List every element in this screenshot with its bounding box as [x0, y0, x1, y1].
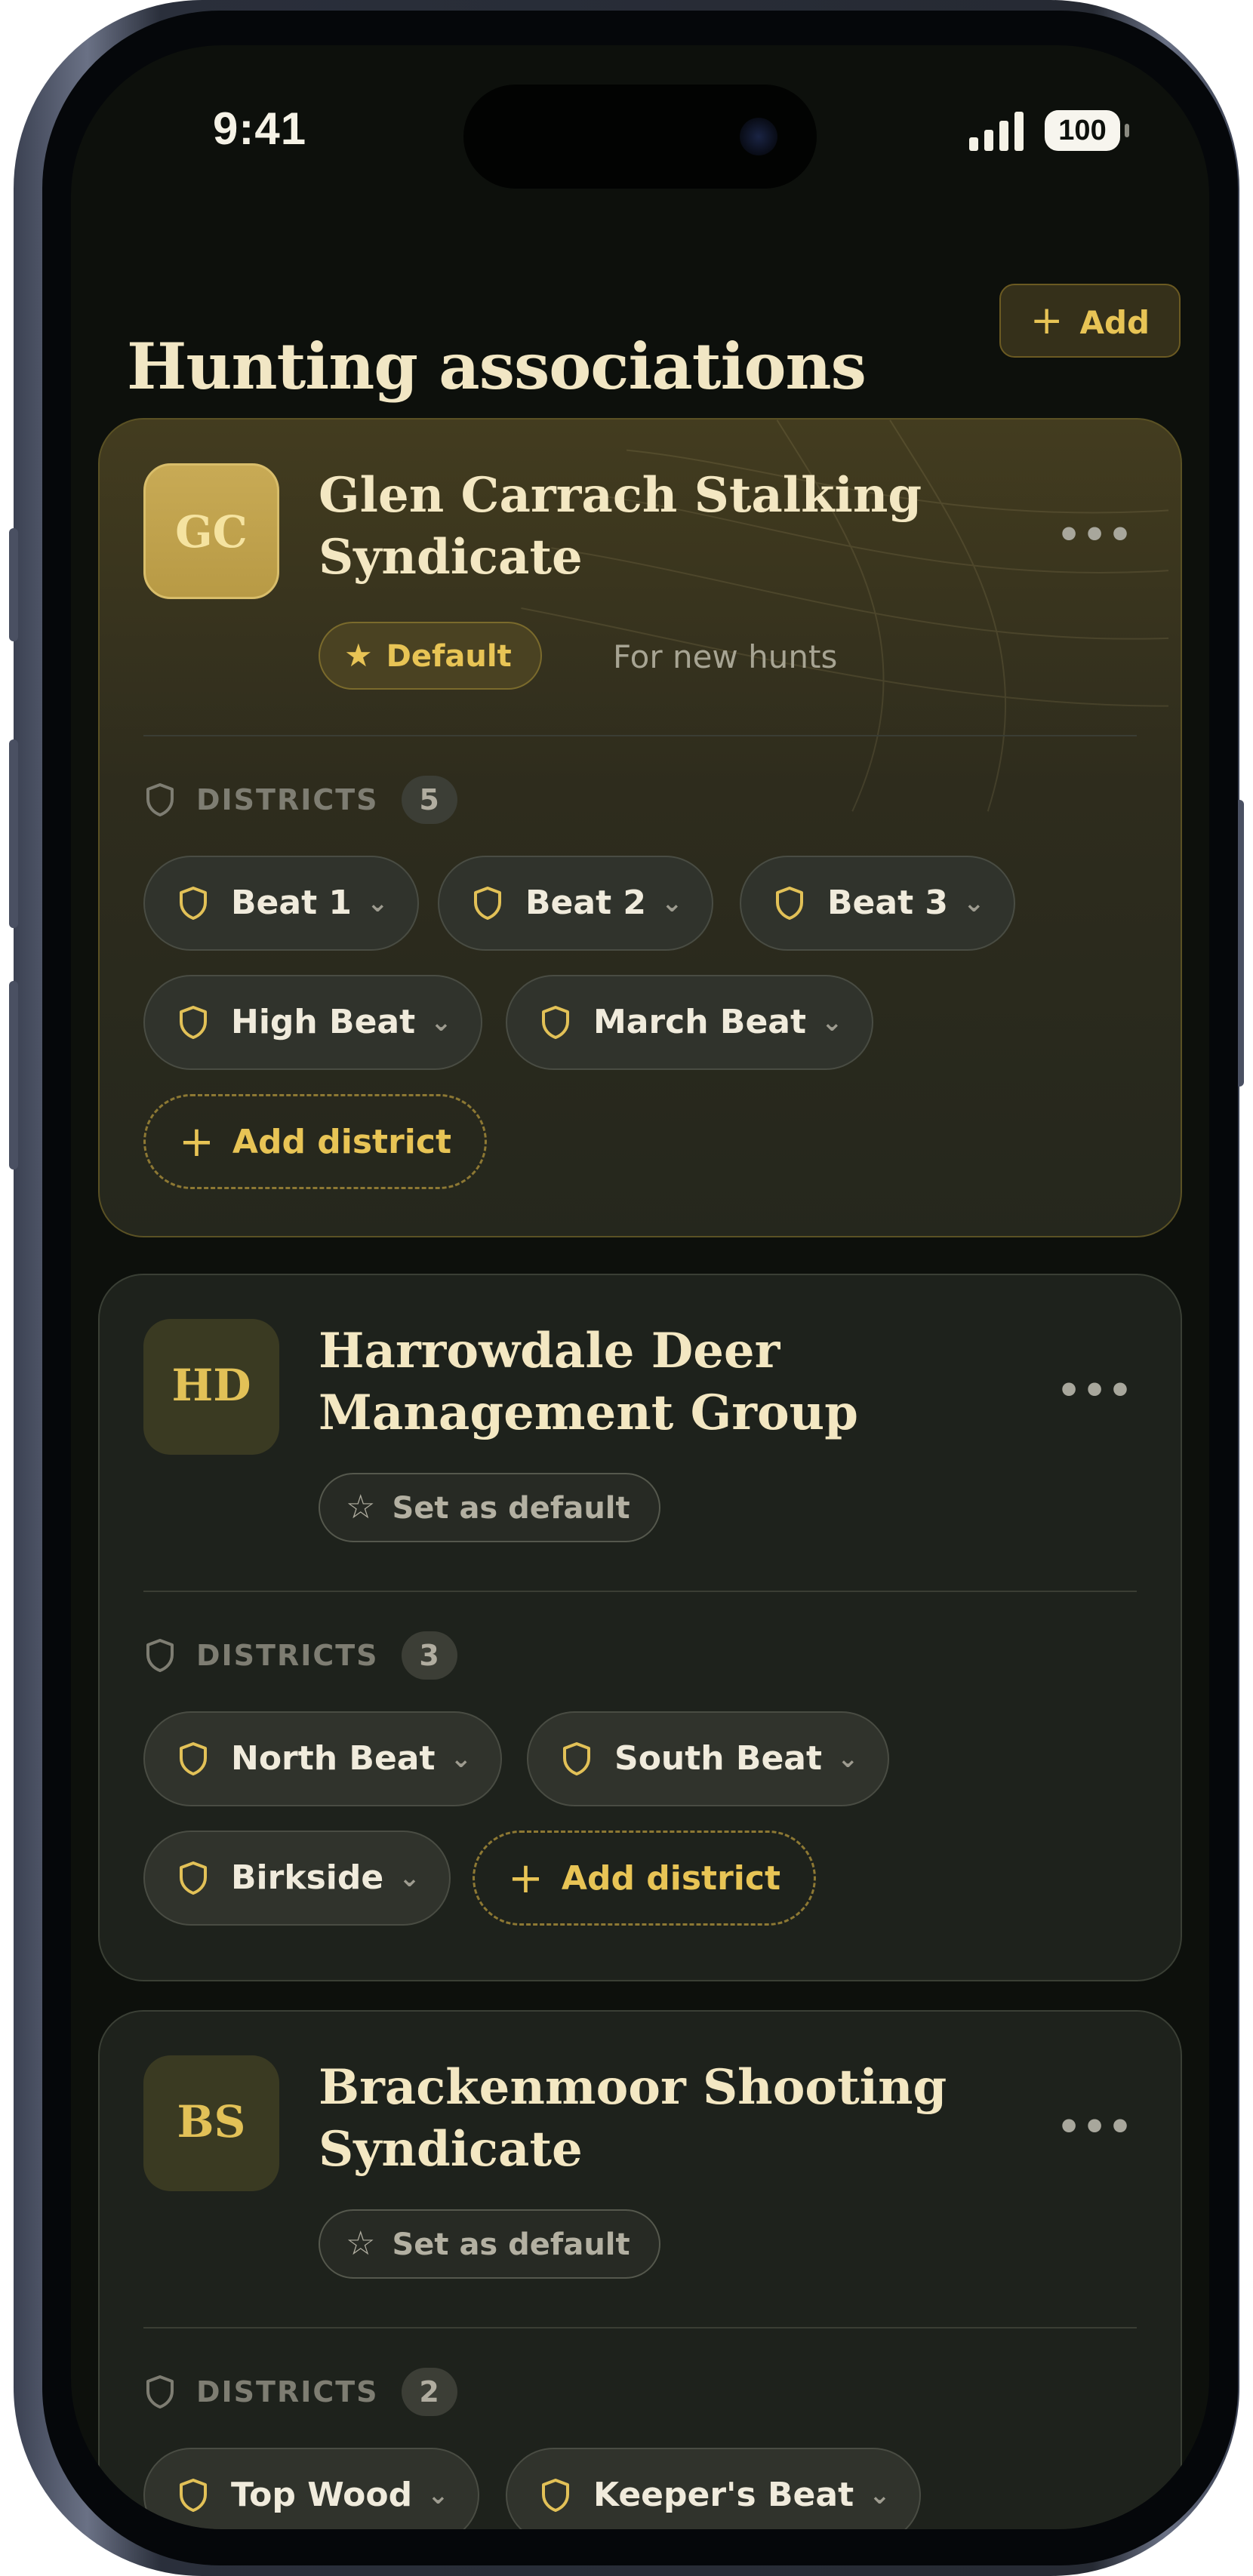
chevron-down-icon: ⌄ — [450, 1744, 473, 1774]
star-outline-icon: ☆ — [346, 1488, 376, 1526]
chevron-down-icon: ⌄ — [427, 2480, 449, 2510]
shield-icon — [542, 2479, 569, 2512]
plus-icon: + — [508, 1853, 543, 1903]
chevron-down-icon: ⌄ — [963, 888, 985, 918]
districts-label: DISTRICTS — [196, 1639, 379, 1672]
association-card[interactable]: HD Harrowdale Deer Management Group ••• … — [98, 1274, 1182, 1981]
divider — [143, 2327, 1137, 2329]
chevron-down-icon: ⌄ — [837, 1744, 859, 1774]
set-default-label: Set as default — [392, 2227, 630, 2262]
set-default-label: Set as default — [392, 1491, 630, 1526]
district-chip[interactable]: South Beat ⌄ — [527, 1711, 889, 1806]
more-options-icon[interactable]: ••• — [1057, 2105, 1134, 2149]
district-chip[interactable]: Beat 3 ⌄ — [740, 856, 1015, 951]
star-filled-icon: ★ — [344, 637, 373, 674]
plus-icon: + — [1030, 298, 1064, 343]
plus-icon: + — [179, 1117, 214, 1167]
more-options-icon[interactable]: ••• — [1057, 513, 1134, 557]
volume-down-button — [9, 981, 18, 1170]
dynamic-island — [463, 85, 817, 189]
association-name: Glen Carrach Stalking Syndicate — [319, 467, 922, 586]
district-chip[interactable]: High Beat ⌄ — [143, 975, 482, 1070]
shield-icon — [180, 2479, 207, 2512]
page-title: Hunting associations — [127, 329, 867, 404]
chevron-down-icon: ⌄ — [869, 2480, 891, 2510]
action-button — [9, 528, 18, 641]
shield-icon — [542, 1006, 569, 1039]
chevron-down-icon: ⌄ — [399, 1863, 420, 1893]
district-label: Keeper's Beat — [593, 2476, 854, 2514]
divider — [143, 1591, 1137, 1592]
add-association-button[interactable]: + Add — [999, 284, 1181, 358]
default-note: For new hunts — [613, 638, 838, 675]
districts-header: DISTRICTS 5 — [145, 776, 457, 824]
default-badge: ★ Default — [319, 622, 542, 690]
districts-label: DISTRICTS — [196, 783, 379, 816]
association-name: Brackenmoor Shooting Syndicate — [319, 2059, 947, 2178]
district-label: Birkside — [231, 1858, 384, 1897]
chevron-down-icon: ⌄ — [367, 888, 389, 918]
more-options-icon[interactable]: ••• — [1057, 1369, 1134, 1412]
district-label: North Beat — [231, 1739, 436, 1778]
add-button-label: Add — [1079, 304, 1150, 341]
shield-icon — [563, 1742, 590, 1775]
district-chip[interactable]: North Beat ⌄ — [143, 1711, 503, 1806]
district-chip[interactable]: Beat 1 ⌄ — [143, 856, 419, 951]
district-count: 3 — [401, 1631, 457, 1680]
district-chip[interactable]: Top Wood ⌄ — [143, 2448, 479, 2529]
add-district-label: Add district — [232, 1122, 451, 1161]
district-chip[interactable]: Keeper's Beat ⌄ — [506, 2448, 921, 2529]
district-label: Beat 2 — [525, 884, 647, 922]
add-district-button[interactable]: + Add district — [143, 1094, 487, 1189]
district-chip[interactable]: Birkside ⌄ — [143, 1831, 451, 1926]
signal-icon — [969, 112, 1024, 151]
district-chip[interactable]: March Beat ⌄ — [506, 975, 873, 1070]
volume-up-button — [9, 739, 18, 928]
battery-indicator: 100 — [1045, 110, 1129, 151]
divider — [143, 735, 1137, 736]
district-label: Top Wood — [231, 2476, 413, 2514]
add-district-label: Add district — [561, 1858, 780, 1898]
avatar: HD — [143, 1319, 279, 1455]
shield-icon — [776, 887, 803, 920]
shield-icon — [146, 2375, 174, 2408]
shield-icon — [180, 1742, 207, 1775]
shield-icon — [146, 1639, 174, 1672]
districts-label: DISTRICTS — [196, 2375, 379, 2408]
district-label: Beat 1 — [231, 884, 353, 922]
district-label: March Beat — [593, 1003, 807, 1041]
default-label: Default — [386, 639, 512, 674]
shield-icon — [180, 1861, 207, 1895]
district-count: 5 — [401, 776, 457, 824]
district-count: 2 — [401, 2368, 457, 2416]
district-chip[interactable]: Beat 2 ⌄ — [438, 856, 713, 951]
chevron-down-icon: ⌄ — [661, 888, 683, 918]
shield-icon — [180, 1006, 207, 1039]
district-label: Beat 3 — [827, 884, 949, 922]
set-default-button[interactable]: ☆ Set as default — [319, 2209, 660, 2279]
shield-icon — [180, 887, 207, 920]
camera-icon — [740, 118, 777, 155]
districts-header: DISTRICTS 3 — [145, 1631, 457, 1680]
star-outline-icon: ☆ — [346, 2224, 376, 2263]
district-label: High Beat — [231, 1003, 416, 1041]
set-default-button[interactable]: ☆ Set as default — [319, 1473, 660, 1542]
association-card[interactable]: GC Glen Carrach Stalking Syndicate ••• ★… — [98, 418, 1182, 1237]
association-name: Harrowdale Deer Management Group — [319, 1323, 858, 1441]
status-time: 9:41 — [213, 103, 307, 154]
districts-header: DISTRICTS 2 — [145, 2368, 457, 2416]
district-label: South Beat — [614, 1739, 823, 1778]
avatar: BS — [143, 2055, 279, 2191]
avatar: GC — [143, 463, 279, 599]
shield-icon — [146, 783, 174, 816]
chevron-down-icon: ⌄ — [821, 1007, 843, 1037]
chevron-down-icon: ⌄ — [430, 1007, 452, 1037]
shield-icon — [474, 887, 501, 920]
add-district-button[interactable]: + Add district — [473, 1831, 816, 1926]
association-card[interactable]: BS Brackenmoor Shooting Syndicate ••• ☆ S… — [98, 2010, 1182, 2529]
screen: 9:41 100 Hunting associations + Add GC Gl… — [71, 45, 1209, 2529]
